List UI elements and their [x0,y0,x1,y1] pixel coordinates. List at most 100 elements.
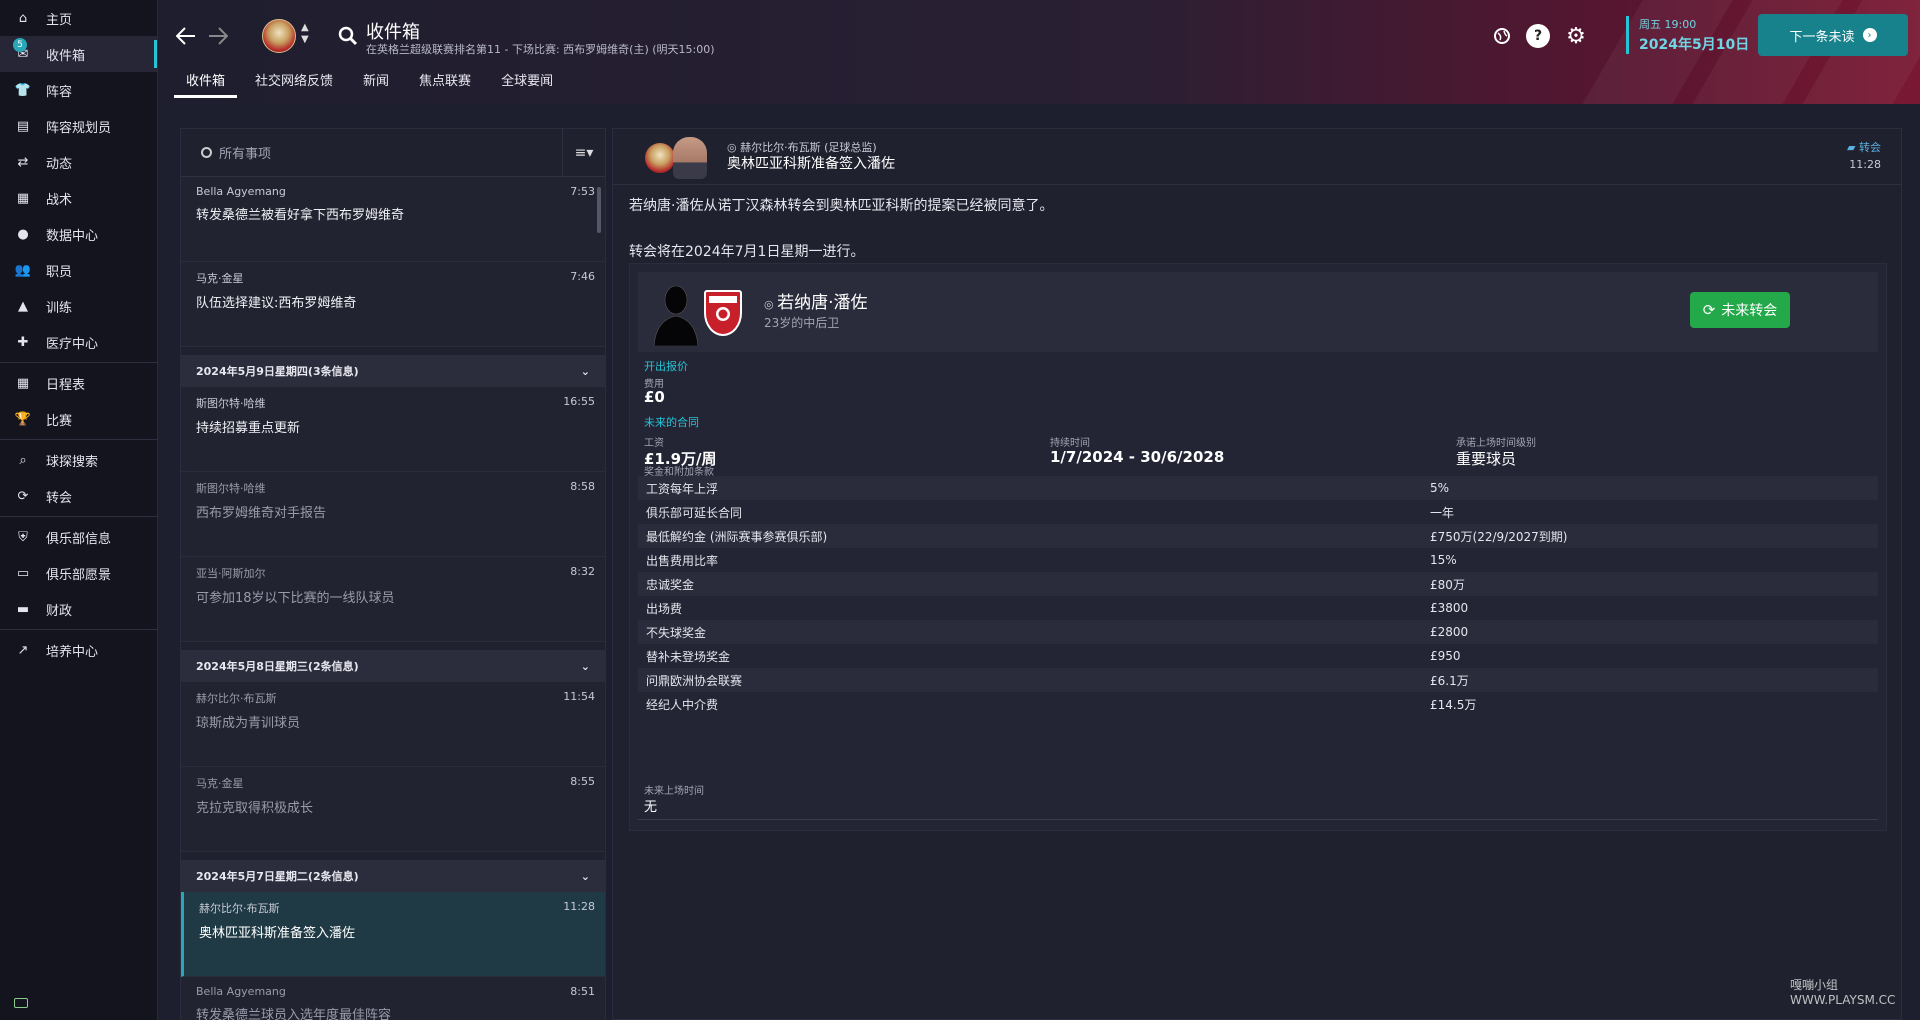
date-display[interactable]: 周五 19:00 2024年5月10日 [1626,16,1749,54]
tab-world-news[interactable]: 全球要闻 [489,68,565,98]
duration-value: 1/7/2024 - 30/6/2028 [1050,448,1225,466]
search-input[interactable]: 所有事项 [181,128,563,177]
status-icon[interactable] [14,998,28,1008]
tab-focus-league[interactable]: 焦点联赛 [407,68,483,98]
group-label: 2024年5月7日星期二(2条信息) [196,870,359,883]
sidebar-divider [0,439,157,440]
sidebar-item-label: 球探搜索 [46,454,99,470]
unread-badge: 5 [13,38,27,52]
date-group-header[interactable]: 2024年5月8日星期三(2条信息) ⌄ [181,650,605,682]
data-icon: ● [17,226,29,242]
help-icon[interactable]: ? [1526,24,1550,48]
sidebar-item-tactics[interactable]: ▦ 战术 [0,180,157,216]
sidebar-item-trophy[interactable]: 🏆 比赛 [0,401,157,437]
message-sender: 斯图尔特·哈维 [196,482,266,495]
sidebar-item-home[interactable]: ⌂ 主页 [0,0,157,36]
body-line-2: 转会将在2024年7月1日星期一进行。 [629,244,865,260]
message-item[interactable]: 马克·金星 8:55 克拉克取得积极成长 [181,767,605,852]
gear-icon[interactable]: ⚙ [1564,24,1588,49]
message-item[interactable]: 斯图尔特·哈维 16:55 持续招募重点更新 [181,387,605,472]
sidebar-item-shield[interactable]: ⛨ 俱乐部信息 [0,519,157,555]
back-button[interactable] [172,22,200,50]
message-item[interactable]: 亚当·阿斯加尔 8:32 可参加18岁以下比赛的一线队球员 [181,557,605,642]
message-sender: Bella Agyemang [196,985,286,998]
player-silhouette-icon[interactable] [652,282,700,346]
message-time: 8:51 [570,985,595,998]
clause-name: 问鼎欧洲协会联赛 [646,673,743,688]
transfer-card: ◎ 若纳唐·潘佐 23岁的中后卫 ⟳ 未来转会 开出报价 费用 £0 未来的合同… [629,263,1887,831]
clause-name: 不失球奖金 [646,625,707,640]
sidebar-item-staff[interactable]: 👥 职员 [0,252,157,288]
chevron-down-icon: ⌄ [580,364,590,378]
sidebar: ⌂ 主页 ✉ 收件箱 5 👕 阵容 ▤ 阵容规划员 ⇄ 动态 ▦ 战术 ● 数据中心 👥 职员 ▲ 训练 ✚ 医疗中心 ▦… [0,0,158,1020]
player-description: 23岁的中后卫 [764,316,840,330]
growth-icon: ↗ [17,642,29,658]
sidebar-item-squad[interactable]: 👕 阵容 [0,72,157,108]
search-icon [201,147,212,158]
future-transfer-button[interactable]: ⟳ 未来转会 [1690,292,1790,328]
sidebar-item-clipboard[interactable]: ▤ 阵容规划员 [0,108,157,144]
sidebar-item-label: 阵容 [46,84,73,100]
next-unread-label: 下一条未读 [1789,29,1855,45]
message-item[interactable]: 斯图尔特·哈维 8:58 西布罗姆维奇对手报告 [181,472,605,557]
message-body: 若纳唐·潘佐从诺丁汉森林转会到奥林匹亚科斯的提案已经被同意了。 转会将在2024… [629,195,1053,264]
sidebar-item-inbox[interactable]: ✉ 收件箱 5 [0,36,157,72]
sidebar-item-label: 财政 [46,603,73,619]
message-sender: 马克·金星 [196,777,244,790]
tab-inbox[interactable]: 收件箱 [174,68,238,98]
sidebar-item-money[interactable]: ▬ 财政 [0,591,157,627]
message-sender: 赫尔比尔·布瓦斯 [196,692,277,705]
message-item[interactable]: 马克·金星 7:46 队伍选择建议:西布罗姆维奇 [181,262,605,347]
sidebar-item-label: 俱乐部愿景 [46,567,112,583]
sidebar-item-search[interactable]: ⌕ 球探搜索 [0,442,157,478]
message-time: 11:28 [563,900,595,913]
forward-button[interactable] [204,22,232,50]
sidebar-divider [0,516,157,517]
search-button[interactable] [334,22,362,50]
clause-table: 工资每年上浮 5% 俱乐部可延长合同 一年 最低解约金 (洲际赛事参赛俱乐部) £750万… [638,476,1878,716]
date-group-header[interactable]: 2024年5月7日星期二(2条信息) ⌄ [181,860,605,892]
sidebar-item-briefcase[interactable]: ▭ 俱乐部愿景 [0,555,157,591]
sidebar-item-data[interactable]: ● 数据中心 [0,216,157,252]
divider [638,819,1878,820]
sidebar-item-transfer[interactable]: ⟳ 转会 [0,478,157,514]
clause-row: 俱乐部可延长合同 一年 [638,500,1878,524]
tab-news[interactable]: 新闻 [351,68,401,98]
scrollbar[interactable] [597,187,601,233]
message-time: 8:58 [570,480,595,493]
clause-name: 替补未登场奖金 [646,649,731,664]
sidebar-item-dynamics[interactable]: ⇄ 动态 [0,144,157,180]
group-label: 2024年5月8日星期三(2条信息) [196,660,359,673]
tab-bar: 收件箱 社交网络反馈 新闻 焦点联赛 全球要闻 [174,68,571,100]
club-switch-arrows[interactable]: ▲ ▼ [301,22,309,46]
future-time-label: 未来上场时间 [644,786,704,797]
message-item[interactable]: Bella Agyemang 8:51 转发桑德兰球员入选年度最佳阵容 [181,977,605,1020]
club-crest[interactable] [262,19,296,53]
sidebar-item-label: 阵容规划员 [46,120,112,136]
message-item[interactable]: 赫尔比尔·布瓦斯 11:54 琼斯成为青训球员 [181,682,605,767]
wage-label: 工资 [644,438,664,449]
sender-avatar[interactable] [673,137,707,179]
sidebar-item-calendar[interactable]: ▦ 日程表 [0,365,157,401]
club-badge-icon[interactable] [704,290,742,336]
sidebar-item-label: 转会 [46,490,73,506]
tab-social[interactable]: 社交网络反馈 [243,68,345,98]
briefcase-icon: ▭ [16,565,30,581]
sidebar-item-medical[interactable]: ✚ 医疗中心 [0,324,157,360]
clause-value: £14.5万 [1430,697,1477,712]
player-name[interactable]: ◎ 若纳唐·潘佐 [764,288,868,313]
clause-value: £2800 [1430,625,1469,639]
squad-icon: 👕 [14,82,32,98]
sidebar-item-growth[interactable]: ↗ 培养中心 [0,632,157,668]
tactics-icon: ▦ [16,190,30,206]
clause-name: 出场费 [646,601,683,616]
sidebar-item-label: 收件箱 [46,48,86,64]
filter-menu-icon[interactable]: ≡▾ [563,145,605,161]
globe-icon[interactable] [1490,24,1514,48]
sidebar-item-training[interactable]: ▲ 训练 [0,288,157,324]
next-unread-button[interactable]: 下一条未读 › [1758,14,1908,56]
message-item[interactable]: Bella Agyemang 7:53 转发桑德兰被看好拿下西布罗姆维奇 [181,177,605,262]
date-group-header[interactable]: 2024年5月9日星期四(3条信息) ⌄ [181,355,605,387]
message-item[interactable]: 赫尔比尔·布瓦斯 11:28 奥林匹亚科斯准备签入潘佐 [181,892,605,977]
message-time: 8:32 [570,565,595,578]
